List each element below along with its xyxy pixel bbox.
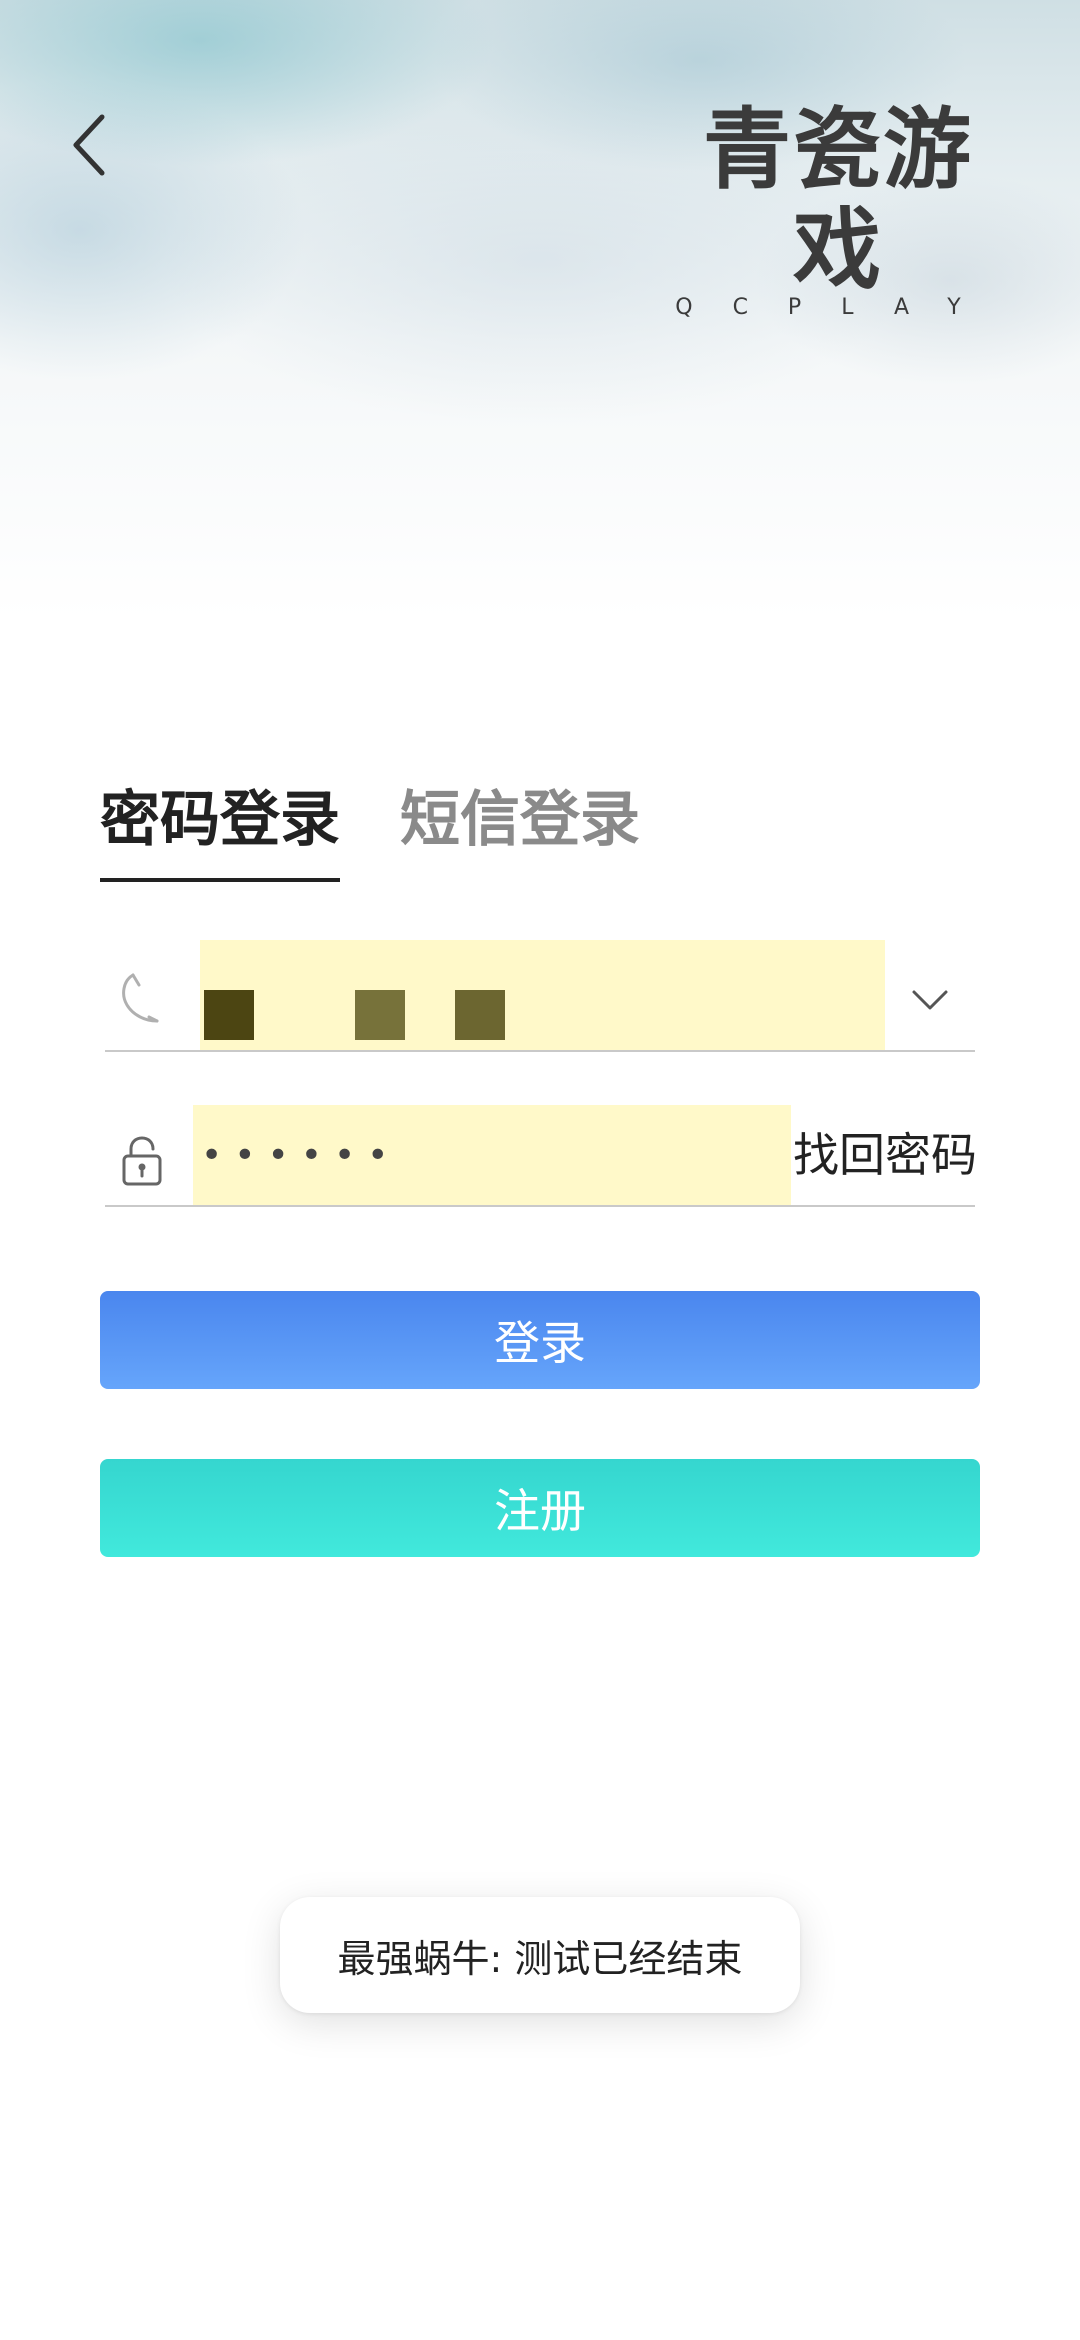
logo-text-en: QCPLAY bbox=[675, 295, 1001, 320]
password-input[interactable] bbox=[193, 1105, 791, 1205]
password-field: 找回密码 bbox=[105, 1105, 977, 1207]
chevron-down-icon bbox=[912, 990, 948, 1010]
login-tabs: 密码登录 短信登录 bbox=[100, 780, 640, 882]
toast-message: 最强蜗牛: 测试已经结束 bbox=[280, 1897, 800, 2013]
qcplay-logo: 青瓷游戏 QCPLAY bbox=[668, 100, 1008, 320]
account-dropdown-button[interactable] bbox=[905, 980, 955, 1020]
back-button[interactable] bbox=[60, 105, 120, 185]
chevron-left-icon bbox=[73, 114, 105, 176]
phone-field bbox=[105, 940, 975, 1052]
logo-text-cn: 青瓷游戏 bbox=[702, 98, 973, 301]
lock-icon bbox=[117, 1131, 167, 1191]
login-button[interactable]: 登录 bbox=[100, 1291, 980, 1389]
phone-icon bbox=[117, 968, 167, 1028]
forgot-password-link[interactable]: 找回密码 bbox=[793, 1127, 977, 1183]
redacted-block bbox=[355, 990, 405, 1040]
tab-password-login[interactable]: 密码登录 bbox=[100, 780, 340, 882]
phone-number-input[interactable] bbox=[200, 940, 885, 1050]
register-button[interactable]: 注册 bbox=[100, 1459, 980, 1557]
tab-sms-login[interactable]: 短信登录 bbox=[400, 780, 640, 870]
redacted-block bbox=[204, 990, 254, 1040]
redacted-block bbox=[455, 990, 505, 1040]
